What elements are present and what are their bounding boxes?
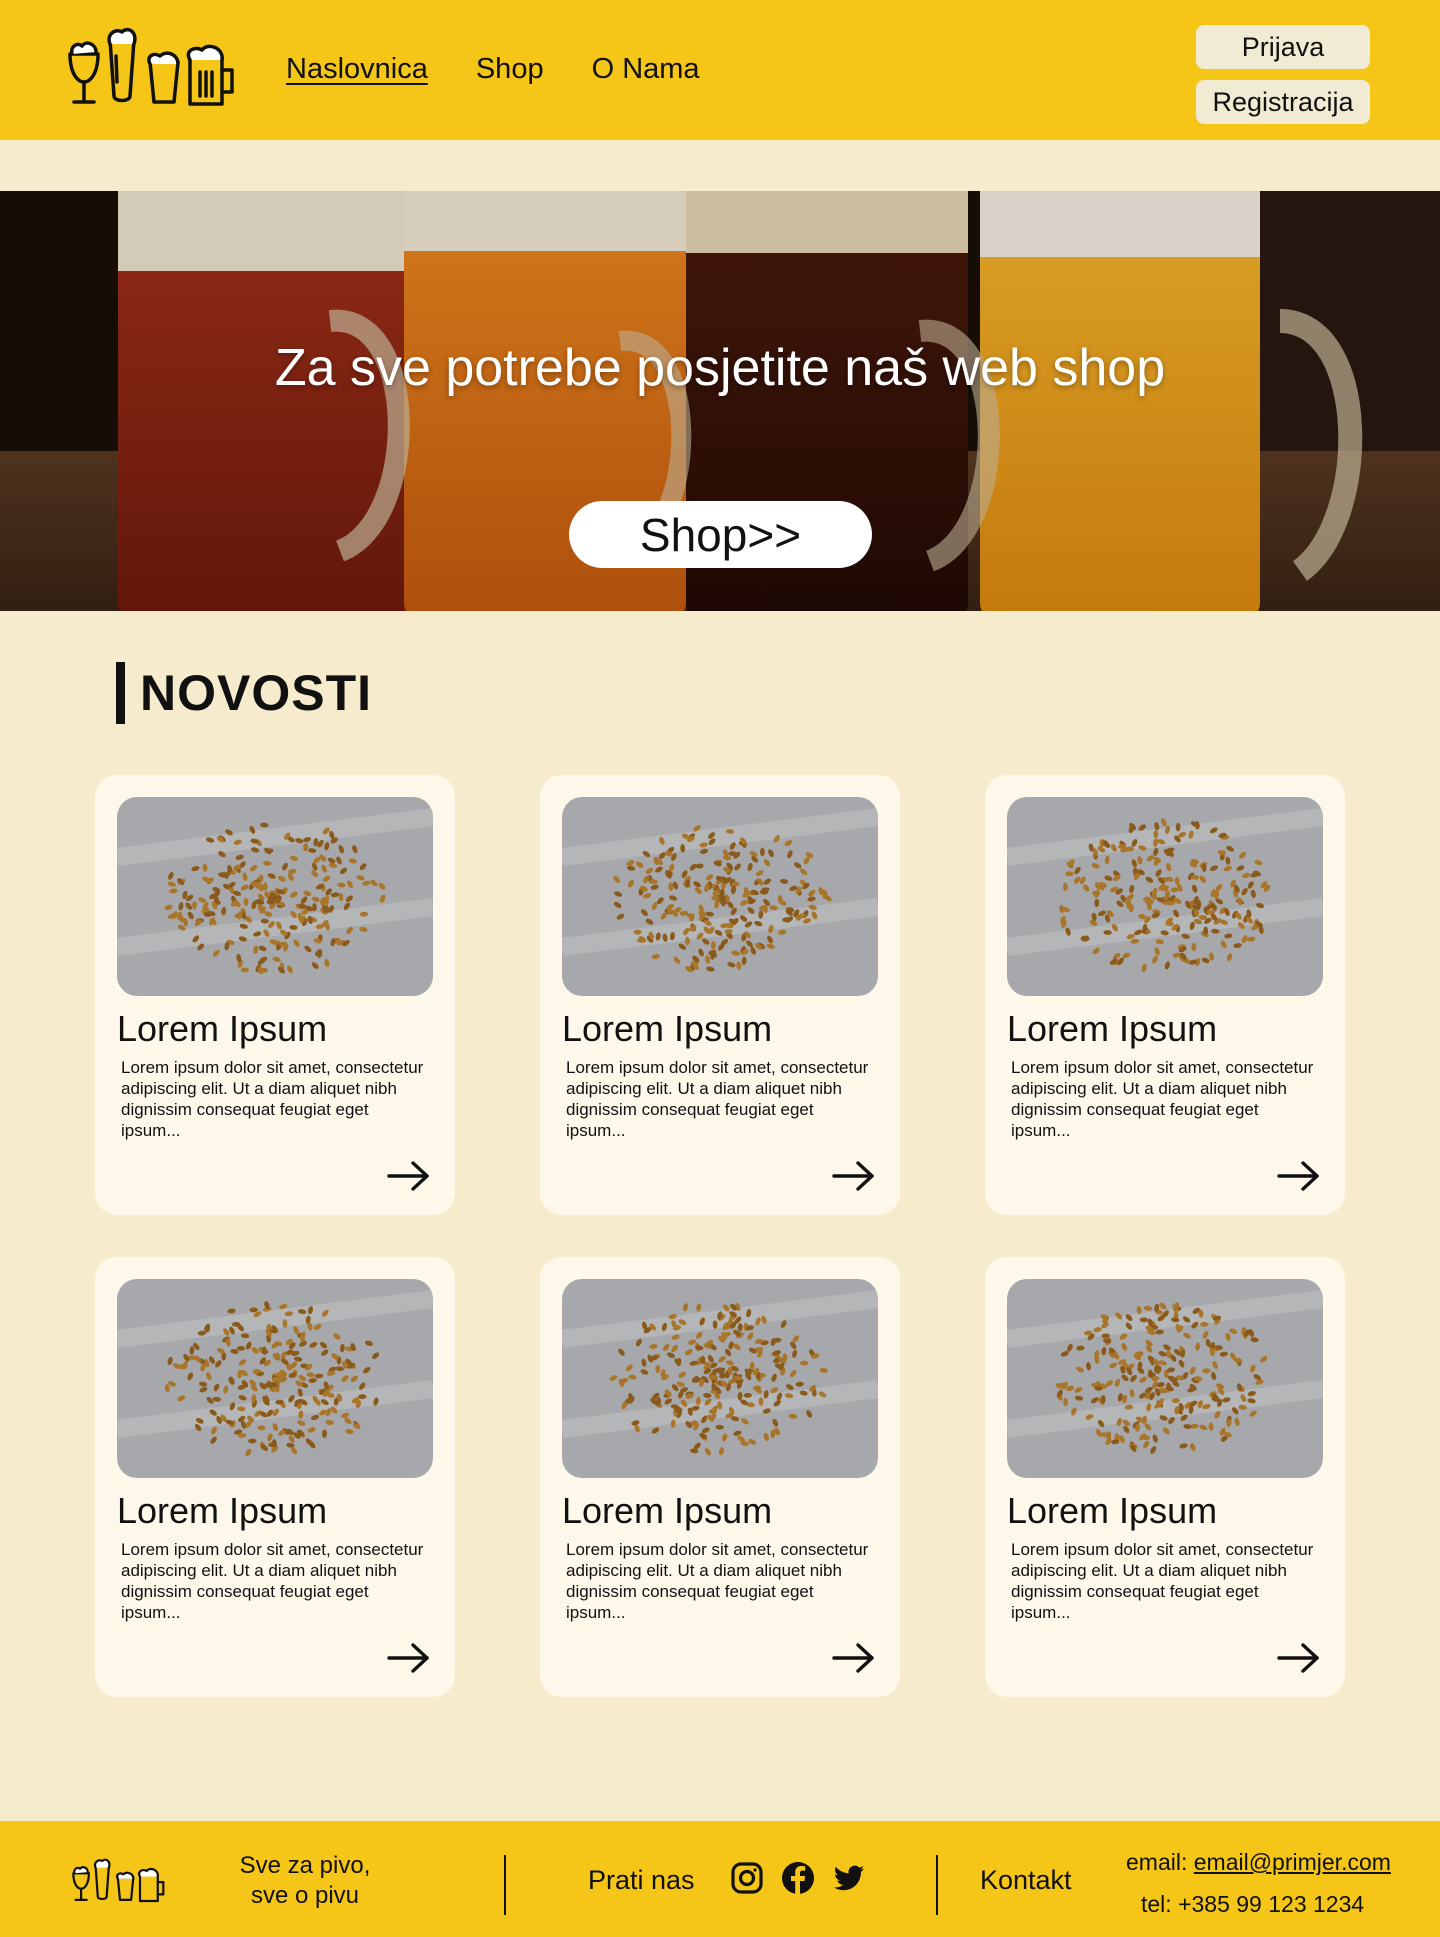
news-card-image <box>562 1279 878 1478</box>
arrow-right-icon[interactable] <box>1277 1159 1321 1193</box>
contact-label: Kontakt <box>980 1865 1072 1895</box>
email-link[interactable]: email@primjer.com <box>1194 1849 1391 1875</box>
news-card[interactable]: Lorem Ipsum Lorem ipsum dolor sit amet, c… <box>985 775 1345 1215</box>
site-footer: Sve za pivo, sve o pivu Prati nas Kontak… <box>0 1821 1440 1937</box>
nav-link-naslovnica[interactable]: Naslovnica <box>286 46 428 92</box>
twitter-icon[interactable] <box>832 1861 866 1895</box>
facebook-icon[interactable] <box>781 1861 815 1895</box>
news-card-title: Lorem Ipsum <box>562 1008 773 1049</box>
arrow-right-icon[interactable] <box>832 1641 876 1675</box>
news-card-title: Lorem Ipsum <box>1007 1490 1218 1531</box>
email-line: email: email@primjer.com <box>1126 1849 1391 1876</box>
news-card[interactable]: Lorem Ipsum Lorem ipsum dolor sit amet, c… <box>95 1257 455 1697</box>
follow-label: Prati nas <box>588 1865 695 1895</box>
shop-cta-button[interactable]: Shop>> <box>569 501 872 568</box>
main-nav: Naslovnica Shop O Nama <box>286 46 748 92</box>
tagline-line: Sve za pivo, <box>239 1852 371 1879</box>
email-prefix: email: <box>1126 1849 1194 1875</box>
register-button[interactable]: Registracija <box>1196 80 1370 124</box>
news-card[interactable]: Lorem Ipsum Lorem ipsum dolor sit amet, c… <box>540 1257 900 1697</box>
news-card-text: Lorem ipsum dolor sit amet, consectetur … <box>121 1540 424 1622</box>
news-card[interactable]: Lorem Ipsum Lorem ipsum dolor sit amet, c… <box>985 1257 1345 1697</box>
news-card-image <box>562 797 878 996</box>
news-card-text: Lorem ipsum dolor sit amet, consectetur … <box>1011 1540 1314 1622</box>
footer-divider <box>504 1855 506 1915</box>
tagline-line: sve o pivu <box>250 1882 360 1909</box>
news-card-text: Lorem ipsum dolor sit amet, consectetur … <box>566 1058 869 1140</box>
nav-link-o-nama[interactable]: O Nama <box>592 46 700 92</box>
arrow-right-icon[interactable] <box>832 1159 876 1193</box>
news-card-title: Lorem Ipsum <box>1007 1008 1218 1049</box>
news-card[interactable]: Lorem Ipsum Lorem ipsum dolor sit amet, c… <box>540 775 900 1215</box>
news-card-title: Lorem Ipsum <box>562 1490 773 1531</box>
news-card-image <box>1007 797 1323 996</box>
hero-title: Za sve potrebe posjetite naš web shop <box>274 339 1166 397</box>
news-card-title: Lorem Ipsum <box>117 1008 328 1049</box>
footer-divider <box>936 1855 938 1915</box>
beer-logo-icon[interactable] <box>70 1857 170 1905</box>
section-accent-bar <box>116 662 125 724</box>
news-card-image <box>117 1279 433 1478</box>
nav-link-shop[interactable]: Shop <box>476 46 544 92</box>
login-button[interactable]: Prijava <box>1196 25 1370 69</box>
news-card[interactable]: Lorem Ipsum Lorem ipsum dolor sit amet, c… <box>95 775 455 1215</box>
footer-tagline: Sve za pivo, sve o pivu <box>220 1851 390 1911</box>
beer-logo-icon[interactable] <box>64 26 244 110</box>
phone-number: tel: +385 99 123 1234 <box>1141 1891 1365 1917</box>
instagram-icon[interactable] <box>730 1861 764 1895</box>
arrow-right-icon[interactable] <box>387 1159 431 1193</box>
news-card-text: Lorem ipsum dolor sit amet, consectetur … <box>121 1058 424 1140</box>
news-card-text: Lorem ipsum dolor sit amet, consectetur … <box>1011 1058 1314 1140</box>
arrow-right-icon[interactable] <box>387 1641 431 1675</box>
news-card-image <box>117 797 433 996</box>
news-card-title: Lorem Ipsum <box>117 1490 328 1531</box>
news-card-text: Lorem ipsum dolor sit amet, consectetur … <box>566 1540 869 1622</box>
arrow-right-icon[interactable] <box>1277 1641 1321 1675</box>
site-header: Naslovnica Shop O Nama Prijava Registrac… <box>0 0 1440 140</box>
section-title-novosti: NOVOSTI <box>140 665 373 721</box>
news-card-image <box>1007 1279 1323 1478</box>
